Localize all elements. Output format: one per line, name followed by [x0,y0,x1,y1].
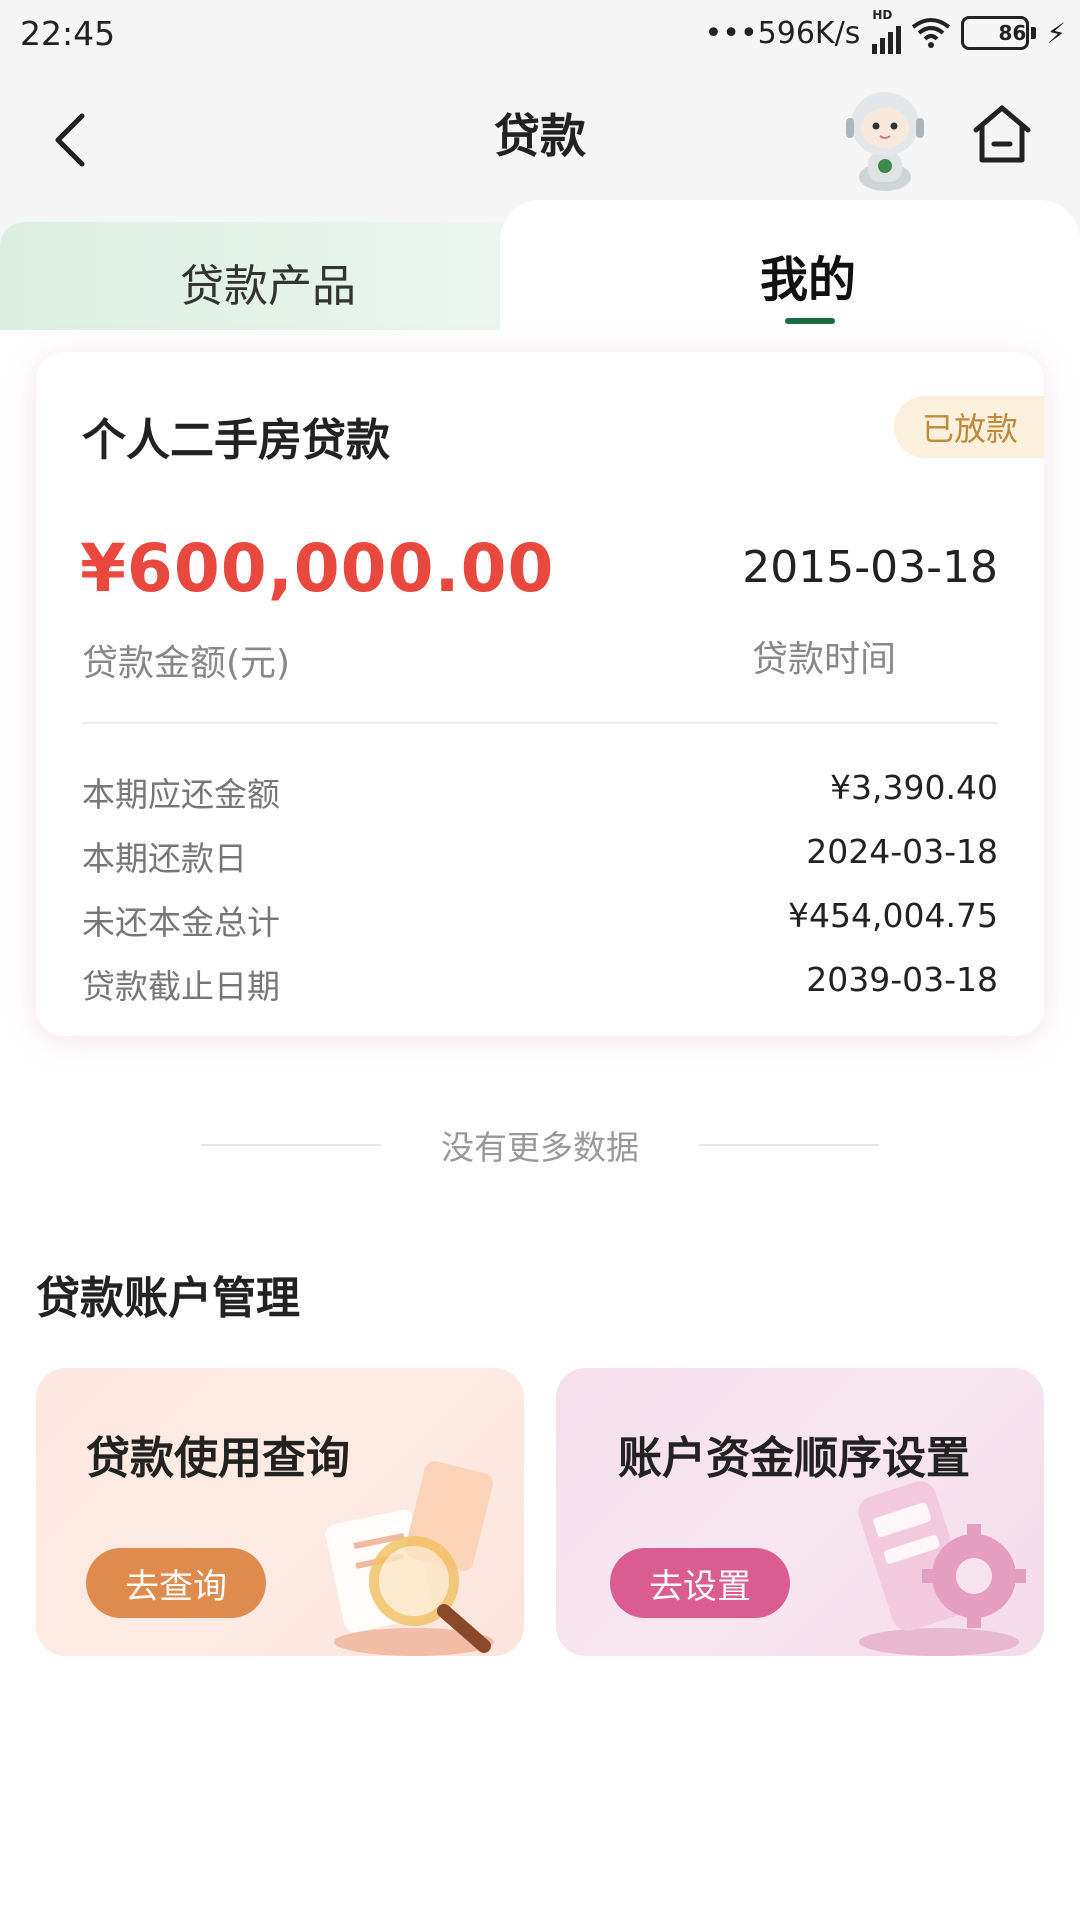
divider [82,722,998,724]
loan-date-caption: 贷款时间 [751,639,896,680]
battery-tip [1031,27,1037,39]
magnifier-document-icon [325,1461,494,1656]
detail-value: ¥3,390.40 [830,768,998,807]
loan-date: 2015-03-18 [742,542,998,593]
signal-icon: HD [872,8,902,54]
active-tab-indicator [785,318,835,324]
wifi-icon [912,18,951,48]
loan-usage-query-card[interactable]: 贷款使用查询 去查询 [36,1368,524,1656]
detail-label: 本期还款日 [82,839,247,878]
assistant-mascot-icon[interactable] [840,82,930,192]
status-bar: 22:45 •••596K/s HD 86 ⚡ [0,0,1080,72]
go-settings-button[interactable]: 去设置 [610,1548,790,1618]
divider-left [201,1144,381,1146]
status-time: 22:45 [20,14,116,53]
battery-level: 86 [998,21,1027,45]
phone-gear-icon [858,1481,1026,1656]
detail-label: 贷款截止日期 [82,967,280,1006]
header: 贷款 [0,72,1080,200]
home-button[interactable] [970,102,1034,172]
tab-bar: 贷款产品 我的 [0,200,1080,330]
no-more-data: 没有更多数据 [0,1120,1080,1170]
detail-label: 未还本金总计 [82,903,280,942]
loan-amount: ¥600,000.00 [80,530,555,607]
tab-mine[interactable]: 我的 [760,240,856,310]
detail-row-end-date: 贷款截止日期 2039-03-18 [82,960,998,1008]
detail-value: 2024-03-18 [806,832,998,871]
detail-row-repay-date: 本期还款日 2024-03-18 [82,832,998,880]
detail-value: ¥454,004.75 [788,896,998,935]
go-query-button[interactable]: 去查询 [86,1548,266,1618]
section-title: 贷款账户管理 [36,1273,300,1324]
loan-name: 个人二手房贷款 [82,415,390,466]
no-more-data-text: 没有更多数据 [441,1128,639,1167]
detail-label: 本期应还金额 [82,775,280,814]
detail-row-current-amount: 本期应还金额 ¥3,390.40 [82,768,998,816]
loan-card[interactable]: 个人二手房贷款 已放款 ¥600,000.00 2015-03-18 贷款金额(… [36,352,1044,1036]
divider-right [699,1144,879,1146]
status-badge: 已放款 [893,396,1044,458]
hd-label: HD [872,8,893,22]
battery-icon: 86 [961,16,1030,50]
status-icons: •••596K/s HD 86 ⚡ [704,8,1066,54]
home-icon [973,105,1031,163]
charging-icon: ⚡ [1046,16,1066,50]
detail-row-outstanding-principal: 未还本金总计 ¥454,004.75 [82,896,998,944]
network-speed: •••596K/s [704,15,861,51]
loan-amount-caption: 贷款金额(元) [82,643,291,684]
fund-order-settings-card[interactable]: 账户资金顺序设置 去设置 [556,1368,1044,1656]
tab-loan-products[interactable]: 贷款产品 [180,250,356,314]
detail-value: 2039-03-18 [806,960,998,999]
